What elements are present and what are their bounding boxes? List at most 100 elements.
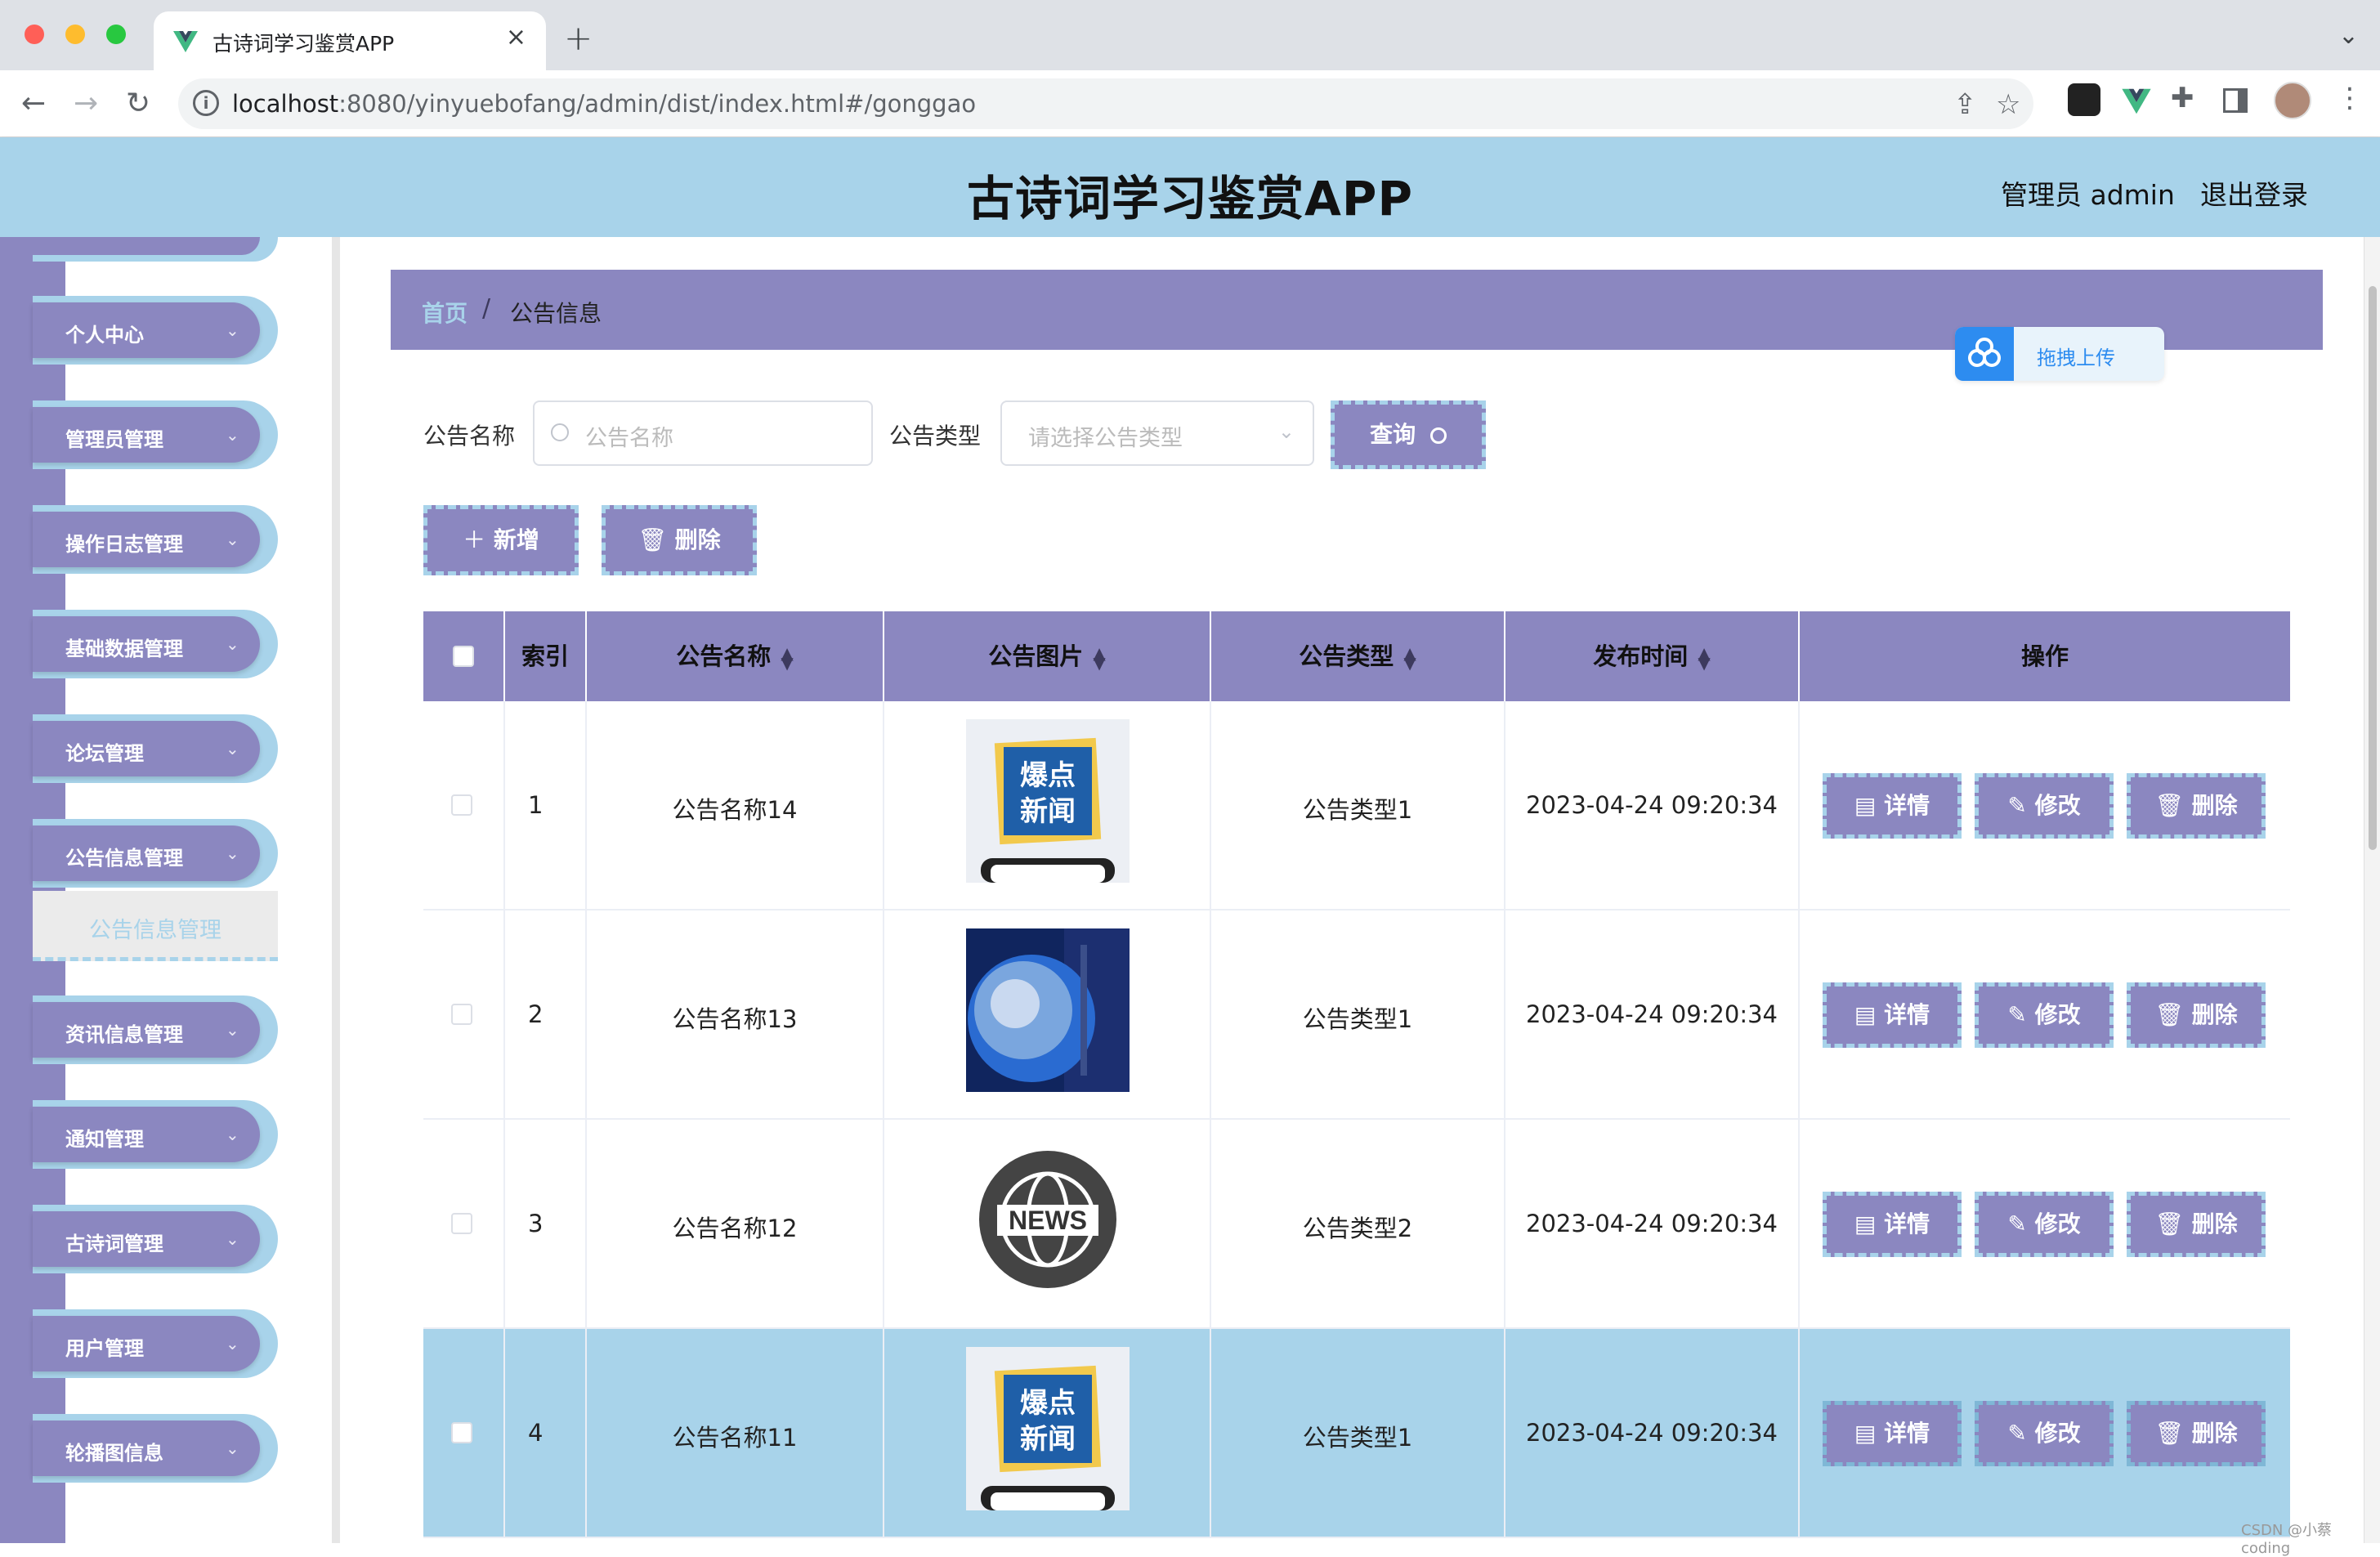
breadcrumb-separator: /	[482, 294, 491, 323]
sidebar-item[interactable]: 个人中心 ⌄	[33, 296, 278, 365]
type-select[interactable]: 请选择公告类型 ⌄	[1000, 400, 1314, 466]
sidebar-item-body: 操作日志管理 ⌄	[33, 512, 260, 567]
sidebar-subitem-active[interactable]: 公告信息管理	[33, 891, 278, 961]
sidebar-item[interactable]: 管理员管理 ⌄	[33, 400, 278, 469]
name-cell: 公告名称12	[587, 1120, 884, 1329]
sort-icon[interactable]: ▲ ▼	[1093, 645, 1105, 671]
zoom-window-button[interactable]	[106, 25, 126, 44]
sidebar-scrollbar[interactable]	[332, 237, 340, 1543]
sort-icon[interactable]: ▲ ▼	[781, 645, 793, 671]
row-checkbox[interactable]	[451, 1422, 472, 1443]
drag-upload-button[interactable]: 拖拽上传	[1955, 327, 2164, 381]
row-select-cell	[423, 1120, 505, 1329]
upload-cloud-icon	[1955, 327, 2014, 381]
detail-button[interactable]: ▤ 详情	[1823, 982, 1962, 1048]
col-name[interactable]: 公告名称 ▲ ▼	[587, 611, 884, 701]
browser-menu-icon[interactable]: ⋮	[2336, 82, 2364, 114]
profile-avatar[interactable]	[2274, 82, 2311, 119]
extension-icon[interactable]	[2068, 83, 2100, 116]
site-info-icon[interactable]: i	[193, 90, 219, 116]
chevron-down-icon: ⌄	[226, 1334, 239, 1353]
row-checkbox[interactable]	[451, 794, 472, 816]
scrollbar-thumb[interactable]	[2369, 286, 2377, 850]
detail-button[interactable]: ▤ 详情	[1823, 773, 1962, 839]
edit-button[interactable]: ✎ 修改	[1975, 773, 2114, 839]
page-scrollbar[interactable]	[2364, 237, 2380, 1543]
image-cell: 爆点 新闻	[884, 701, 1211, 910]
row-checkbox[interactable]	[451, 1004, 472, 1025]
sidebar-item[interactable]: 轮播图信息 ⌄	[33, 1414, 278, 1483]
puzzle-extensions-icon[interactable]: ✚	[2171, 82, 2194, 114]
sidebar-item-label: 公告信息管理	[65, 847, 183, 870]
query-button[interactable]: 查询	[1331, 400, 1486, 469]
add-button[interactable]: ＋ 新增	[423, 505, 579, 575]
reload-icon[interactable]: ↻	[126, 87, 150, 120]
detail-button[interactable]: ▤ 详情	[1823, 1401, 1962, 1466]
col-actions: 操作	[2020, 642, 2069, 670]
close-window-button[interactable]	[25, 25, 44, 44]
new-tab-button[interactable]: +	[564, 18, 593, 58]
forward-arrow-icon[interactable]: →	[74, 87, 98, 120]
search-icon	[551, 423, 569, 441]
sidebar-item[interactable]: 资讯信息管理 ⌄	[33, 995, 278, 1064]
table-row[interactable]: 1 公告名称14 爆点 新闻 公告类型1 2023-04-24 09:20:34 ▤ 详情 ✎…	[423, 701, 2290, 910]
bookmark-star-icon[interactable]: ☆	[1996, 88, 2020, 121]
search-icon	[1429, 427, 1447, 444]
table-row[interactable]: 3 公告名称12 NEWS 公告类型2 2023-04-24 09:20:34 ▤ 详情 ✎…	[423, 1120, 2290, 1329]
delete-button[interactable]: 🗑 删除	[2127, 982, 2266, 1048]
delete-button[interactable]: 🗑 删除	[2127, 773, 2266, 839]
sidebar-item[interactable]: 基础数据管理 ⌄	[33, 610, 278, 678]
tab-list-chevron-icon[interactable]: ⌄	[2338, 21, 2359, 50]
name-cell: 公告名称13	[587, 910, 884, 1120]
sort-icon[interactable]: ▲ ▼	[1698, 645, 1710, 671]
table-row[interactable]: 2 公告名称13 公告类型1 2023-04-24 09:20:34 ▤ 详情 ✎ 修改 🗑…	[423, 910, 2290, 1120]
side-panel-icon[interactable]	[2223, 88, 2248, 113]
sidebar-item-partial[interactable]	[33, 237, 278, 262]
select-all-checkbox[interactable]	[453, 646, 474, 667]
sidebar-item[interactable]: 公告信息管理 ⌄	[33, 819, 278, 888]
logout-link[interactable]: 退出登录	[2200, 173, 2308, 213]
name-search-placeholder: 公告名称	[585, 426, 673, 451]
name-search-input[interactable]: 公告名称	[533, 400, 873, 466]
close-tab-icon[interactable]: ×	[506, 23, 526, 51]
trash-icon: 🗑	[2154, 792, 2184, 819]
minimize-window-button[interactable]	[65, 25, 85, 44]
plus-icon: ＋	[463, 526, 486, 553]
sidebar-item-body: 个人中心 ⌄	[33, 302, 260, 358]
type-cell: 公告类型1	[1211, 910, 1505, 1120]
edit-button[interactable]: ✎ 修改	[1975, 1401, 2114, 1466]
batch-delete-button[interactable]: 🗑 删除	[602, 505, 757, 575]
table-row[interactable]: 4 公告名称11 爆点 新闻 公告类型1 2023-04-24 09:20:34 ▤ 详情 ✎…	[423, 1329, 2290, 1538]
select-all-cell	[423, 611, 505, 701]
breadcrumb-home[interactable]: 首页	[422, 296, 468, 329]
url-text: localhost:8080/yinyuebofang/admin/dist/i…	[232, 90, 977, 118]
app-header: 古诗词学习鉴赏APP 管理员 admin 退出登录	[0, 137, 2380, 237]
edit-button[interactable]: ✎ 修改	[1975, 1192, 2114, 1257]
sidebar-item-body: 基础数据管理 ⌄	[33, 616, 260, 672]
edit-button[interactable]: ✎ 修改	[1975, 982, 2114, 1048]
back-arrow-icon[interactable]: ←	[21, 87, 46, 120]
vue-devtools-icon[interactable]	[2120, 85, 2153, 118]
sidebar-item[interactable]: 用户管理 ⌄	[33, 1309, 278, 1378]
delete-button[interactable]: 🗑 删除	[2127, 1401, 2266, 1466]
col-time[interactable]: 发布时间 ▲ ▼	[1505, 611, 1800, 701]
pencil-icon: ✎	[2007, 792, 2027, 819]
sidebar-item[interactable]: 通知管理 ⌄	[33, 1100, 278, 1169]
chevron-down-icon: ⌄	[226, 320, 239, 340]
sidebar-item[interactable]: 古诗词管理 ⌄	[33, 1205, 278, 1273]
sidebar-item[interactable]: 操作日志管理 ⌄	[33, 505, 278, 574]
col-image[interactable]: 公告图片 ▲ ▼	[884, 611, 1211, 701]
col-type[interactable]: 公告类型 ▲ ▼	[1211, 611, 1505, 701]
document-icon: ▤	[1854, 792, 1877, 819]
row-checkbox[interactable]	[451, 1213, 472, 1234]
sort-icon[interactable]: ▲ ▼	[1403, 645, 1416, 671]
detail-button[interactable]: ▤ 详情	[1823, 1192, 1962, 1257]
document-icon: ▤	[1854, 1210, 1877, 1237]
delete-button[interactable]: 🗑 删除	[2127, 1192, 2266, 1257]
share-icon[interactable]: ⇪	[1953, 88, 1977, 121]
browser-tab[interactable]: 古诗词学习鉴赏APP ×	[154, 11, 546, 70]
address-bar[interactable]: i localhost:8080/yinyuebofang/admin/dist…	[178, 78, 2033, 129]
name-cell: 公告名称11	[587, 1329, 884, 1538]
sidebar-item[interactable]: 论坛管理 ⌄	[33, 714, 278, 783]
tab-title: 古诗词学习鉴赏APP	[212, 32, 395, 56]
